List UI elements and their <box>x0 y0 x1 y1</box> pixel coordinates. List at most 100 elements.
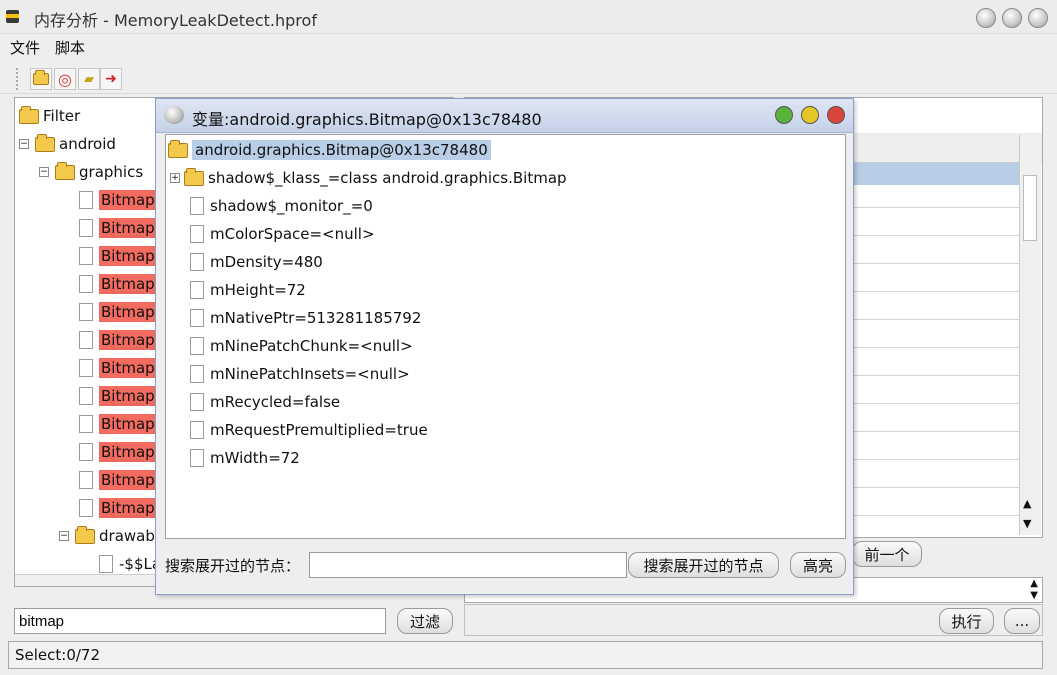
maximize-button[interactable] <box>1002 8 1022 28</box>
tree-leaf-bitmap[interactable]: BitmapS <box>79 214 167 242</box>
target-button[interactable]: ◎ <box>54 68 76 90</box>
previous-button[interactable]: 前一个 <box>852 541 922 567</box>
tree-leaf-label: Bitmap[ <box>99 190 163 210</box>
variable-field-label: mRequestPremultiplied=true <box>210 421 428 439</box>
variable-field-label: shadow$_monitor_=0 <box>210 197 373 215</box>
dialog-close-button[interactable] <box>827 106 845 124</box>
tree-leaf-bitmap[interactable]: Bitmap[ <box>79 494 163 522</box>
variable-field[interactable]: mNinePatchChunk=<null> <box>190 332 413 360</box>
variable-tree[interactable]: android.graphics.Bitmap@0x13c78480 + sha… <box>165 134 846 539</box>
tree-leaf-bitmap[interactable]: BitmapS <box>79 466 167 494</box>
tree-node-label: drawab <box>99 527 155 545</box>
title-bar: 内存分析 - MemoryLeakDetect.hprof <box>0 0 1057 34</box>
tree-leaf-bitmap[interactable]: BitmapF <box>79 382 166 410</box>
target-icon: ◎ <box>58 69 72 89</box>
scroll-up-icon[interactable]: ▲ <box>1023 497 1031 510</box>
menu-script[interactable]: 脚本 <box>55 37 85 58</box>
coffee-icon <box>164 106 184 124</box>
filter-button[interactable]: 过滤 <box>397 608 453 634</box>
variable-field-label: mDensity=480 <box>210 253 323 271</box>
file-icon <box>190 449 204 467</box>
collapse-icon[interactable]: − <box>39 167 49 177</box>
more-button[interactable]: ... <box>1004 608 1040 634</box>
file-icon <box>79 303 93 321</box>
file-icon <box>190 253 204 271</box>
variable-field[interactable]: shadow$_monitor_=0 <box>190 192 373 220</box>
folder-open-icon <box>35 133 55 152</box>
highlight-button[interactable]: 高亮 <box>790 552 846 578</box>
tree-node-android[interactable]: − android <box>19 130 116 158</box>
collapse-icon[interactable]: − <box>19 139 29 149</box>
dialog-maximize-button[interactable] <box>801 106 819 124</box>
tree-node-graphics[interactable]: − graphics <box>39 158 143 186</box>
variable-root[interactable]: android.graphics.Bitmap@0x13c78480 <box>168 136 491 164</box>
tree-node-label: graphics <box>79 163 144 181</box>
variable-field[interactable]: mColorSpace=<null> <box>190 220 375 248</box>
folder-open-icon <box>75 525 95 544</box>
window-title: 内存分析 - MemoryLeakDetect.hprof <box>34 11 317 30</box>
search-nodes-input[interactable] <box>309 552 627 578</box>
collapse-icon[interactable]: − <box>59 531 69 541</box>
file-icon <box>79 415 93 433</box>
variable-field[interactable]: mWidth=72 <box>190 444 300 472</box>
variable-field[interactable]: mRecycled=false <box>190 388 340 416</box>
search-folder-button[interactable]: ▰ <box>78 68 100 90</box>
search-nodes-button[interactable]: 搜索展开过的节点 <box>628 552 779 578</box>
export-button[interactable]: ➜ <box>100 68 122 90</box>
file-icon <box>79 331 93 349</box>
file-icon <box>79 471 93 489</box>
folder-icon <box>33 70 49 85</box>
variable-field-label: mHeight=72 <box>210 281 306 299</box>
tree-leaf-bitmap[interactable]: Bitmap[ <box>79 186 163 214</box>
tree-leaf-bitmap[interactable]: BitmapF <box>79 410 166 438</box>
minimize-button[interactable] <box>976 8 996 28</box>
variable-field[interactable]: + shadow$_klass_=class android.graphics.… <box>170 164 567 192</box>
menu-file[interactable]: 文件 <box>10 37 40 58</box>
file-icon <box>79 275 93 293</box>
file-icon <box>190 281 204 299</box>
tree-leaf-bitmap[interactable]: BitmapS <box>79 270 167 298</box>
results-scrollbar[interactable]: ▲ ▼ <box>1019 135 1041 535</box>
tree-node-drawable[interactable]: − drawab <box>59 522 155 550</box>
menu-bar: 文件 脚本 <box>0 34 1057 58</box>
scroll-down-icon[interactable]: ▼ <box>1023 517 1031 530</box>
open-folder-button[interactable] <box>30 68 52 90</box>
tree-leaf-bitmap[interactable]: BitmapS <box>79 354 167 382</box>
run-button[interactable]: 执行 <box>939 608 994 634</box>
tree-leaf-bitmap[interactable]: BitmapS <box>79 326 167 354</box>
tree-leaf-bitmap[interactable]: BitmapS <box>79 242 167 270</box>
filter-input[interactable] <box>14 608 386 634</box>
folder-open-icon <box>19 105 39 124</box>
toolbar: ◎ ▰ ➜ <box>0 64 1057 94</box>
tree-root[interactable]: Filter <box>19 102 80 130</box>
variable-field[interactable]: mDensity=480 <box>190 248 323 276</box>
tree-leaf-label: Bitmap[ <box>99 498 163 518</box>
expand-icon[interactable]: + <box>170 173 180 183</box>
file-icon <box>190 421 204 439</box>
tree-root-label: Filter <box>43 107 81 125</box>
spinner-up-icon[interactable]: ▲ <box>1030 578 1038 589</box>
close-button[interactable] <box>1028 8 1048 28</box>
variable-field[interactable]: mRequestPremultiplied=true <box>190 416 428 444</box>
variable-dialog: 变量:android.graphics.Bitmap@0x13c78480 an… <box>155 98 854 595</box>
variable-field[interactable]: mHeight=72 <box>190 276 306 304</box>
variable-field[interactable]: mNinePatchInsets=<null> <box>190 360 410 388</box>
search-label: 搜索展开过的节点： <box>165 557 301 575</box>
variable-field-label: mNativePtr=513281185792 <box>210 309 422 327</box>
file-icon <box>190 365 204 383</box>
folder-icon <box>184 167 204 186</box>
scroll-thumb[interactable] <box>1023 175 1037 241</box>
tree-leaf-bitmap[interactable]: BitmapS <box>79 298 167 326</box>
tree-leaf-bitmap[interactable]: BitmapF <box>79 438 166 466</box>
dialog-minimize-button[interactable] <box>775 106 793 124</box>
app-icon <box>6 10 19 23</box>
folder-open-icon <box>168 139 188 158</box>
file-icon <box>79 191 93 209</box>
variable-field-label: mNinePatchInsets=<null> <box>210 365 410 383</box>
dialog-title-bar: 变量:android.graphics.Bitmap@0x13c78480 <box>156 99 853 133</box>
status-bar: Select:0/72 <box>8 641 1043 669</box>
spinner-down-icon[interactable]: ▼ <box>1030 590 1038 601</box>
file-icon <box>190 225 204 243</box>
variable-field[interactable]: mNativePtr=513281185792 <box>190 304 421 332</box>
file-icon <box>190 393 204 411</box>
